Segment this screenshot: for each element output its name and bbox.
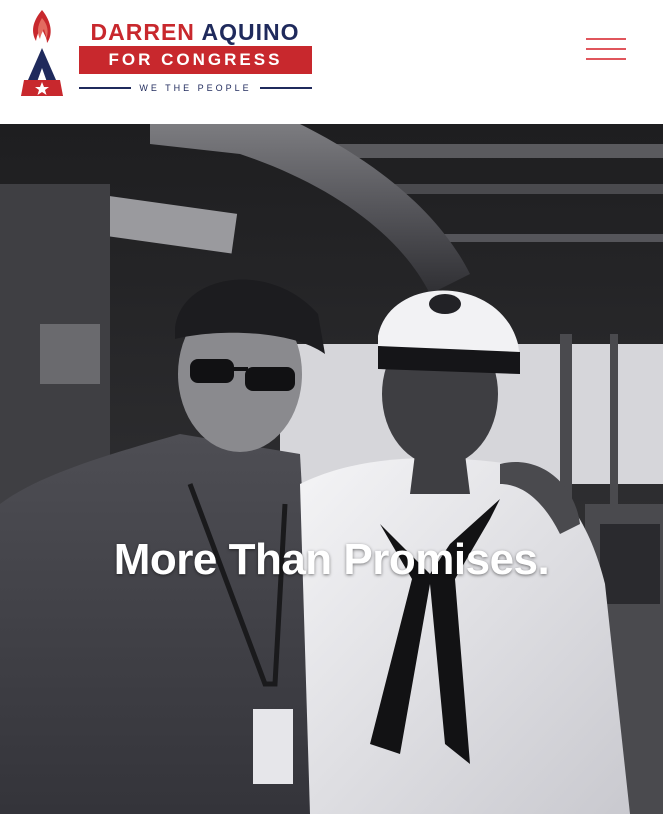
menu-bar-bottom: [586, 58, 626, 60]
page: DARREN AQUINO FOR CONGRESS WE THE PEOPLE: [0, 0, 663, 814]
menu-bar-top: [586, 38, 626, 40]
tagline-row: WE THE PEOPLE: [79, 80, 313, 96]
candidate-first-name: DARREN: [90, 19, 195, 45]
campaign-logo[interactable]: DARREN AQUINO FOR CONGRESS WE THE PEOPLE: [18, 8, 318, 100]
site-header: DARREN AQUINO FOR CONGRESS WE THE PEOPLE: [0, 0, 663, 124]
tagline: WE THE PEOPLE: [139, 83, 252, 93]
for-congress-text: FOR CONGRESS: [108, 50, 283, 69]
candidate-last-name: AQUINO: [201, 19, 300, 45]
hero-headline: More Than Promises.: [113, 535, 550, 585]
tagline-divider-left: [79, 87, 132, 89]
tagline-divider-right: [259, 87, 313, 89]
id-badge: [253, 709, 293, 784]
hero-photo: [0, 124, 663, 814]
hero-section: More Than Promises.: [0, 124, 663, 814]
for-congress-banner: FOR CONGRESS: [79, 46, 312, 74]
menu-bar-middle: [586, 48, 626, 50]
flame-star-a-icon: [21, 10, 63, 96]
hamburger-menu-icon[interactable]: [586, 36, 626, 62]
candidate-name: DARREN AQUINO: [77, 19, 313, 46]
